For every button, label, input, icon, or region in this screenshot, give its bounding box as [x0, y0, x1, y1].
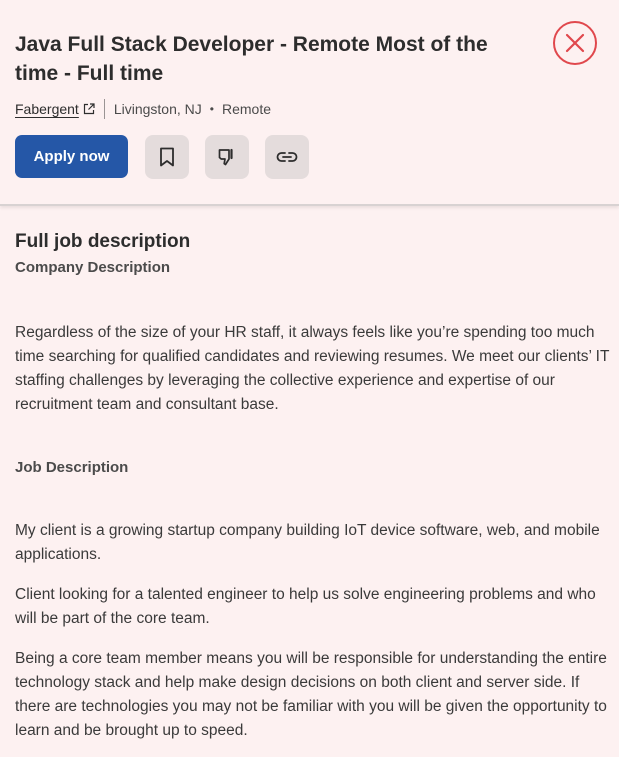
description-heading: Full job description [15, 231, 191, 252]
job-meta: Fabergent Livingston, NJ • Remote [15, 98, 271, 120]
job-paragraph: Being a core team member means you will … [15, 650, 607, 739]
job-header: Java Full Stack Developer - Remote Most … [0, 0, 619, 206]
company-link[interactable]: Fabergent [15, 101, 95, 117]
job-paragraph: Client looking for a talented engineer t… [15, 586, 596, 627]
save-job-button[interactable] [145, 135, 189, 179]
meta-dot: • [209, 102, 214, 116]
company-name: Fabergent [15, 101, 79, 117]
not-interested-button[interactable] [205, 135, 249, 179]
copy-link-button[interactable] [265, 135, 309, 179]
close-icon [565, 33, 585, 53]
job-work-type: Remote [221, 101, 271, 117]
company-description-heading: Company Description [15, 259, 171, 276]
close-button[interactable] [553, 21, 597, 65]
job-description: Full job description Company Description… [15, 230, 610, 743]
meta-divider [103, 99, 105, 119]
job-description-heading: Job Description [15, 459, 129, 476]
job-location: Livingston, NJ [113, 101, 202, 117]
link-icon [276, 152, 298, 162]
bookmark-icon [160, 147, 174, 167]
job-paragraph: My client is a growing startup company b… [15, 522, 600, 563]
external-link-icon [83, 103, 95, 115]
apply-now-button[interactable]: Apply now [15, 135, 128, 178]
job-title: Java Full Stack Developer - Remote Most … [15, 33, 488, 85]
thumbs-down-icon [218, 148, 233, 166]
company-description-text: Regardless of the size of your HR staff,… [15, 324, 610, 413]
